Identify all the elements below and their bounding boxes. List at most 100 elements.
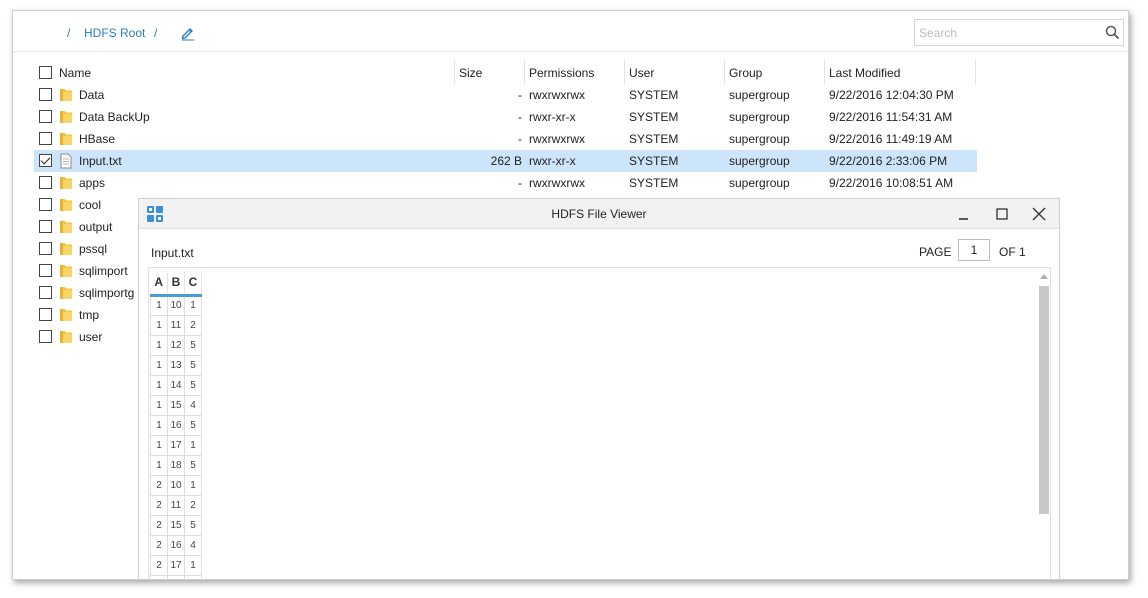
data-cell: 10 [167, 474, 185, 496]
data-cell: 1 [184, 474, 202, 496]
dialog-title-bar[interactable]: HDFS File Viewer [139, 199, 1059, 229]
file-size: - [518, 176, 522, 190]
column-divider[interactable] [624, 60, 625, 84]
data-cell: 1 [184, 554, 202, 576]
row-checkbox[interactable] [39, 132, 52, 145]
scroll-up-arrow-icon[interactable] [1040, 274, 1048, 279]
data-row: 2 10 1 [150, 474, 202, 496]
column-divider[interactable] [824, 60, 825, 84]
data-cell: 2 [150, 474, 168, 496]
data-cell: 5 [184, 414, 202, 436]
data-cell: 5 [184, 454, 202, 476]
data-cell: 5 [184, 514, 202, 536]
pencil-icon[interactable] [180, 25, 196, 41]
column-header-last-modified[interactable]: Last Modified [829, 66, 900, 80]
maximize-icon[interactable] [995, 207, 1009, 221]
breadcrumb-hdfs-root[interactable]: HDFS Root [84, 26, 145, 40]
data-cell: 17 [167, 434, 185, 456]
data-cell: 4 [184, 534, 202, 556]
row-checkbox[interactable] [39, 264, 52, 277]
data-row: 2 17 1 [150, 554, 202, 576]
data-cell: 1 [150, 334, 168, 356]
file-name: sqlimportg [79, 286, 135, 300]
file-permissions: rwxrwxrwx [529, 88, 585, 102]
text-file-icon [60, 153, 72, 169]
file-permissions: rwxr-xr-x [529, 110, 576, 124]
file-size: - [518, 110, 522, 124]
column-header-permissions[interactable]: Permissions [529, 66, 594, 80]
file-size: - [518, 88, 522, 102]
file-group: supergroup [729, 176, 790, 190]
data-column-header[interactable]: C [184, 271, 202, 297]
row-checkbox[interactable] [39, 198, 52, 211]
folder-icon [60, 221, 72, 233]
page-number-input[interactable] [958, 239, 990, 261]
column-divider[interactable] [975, 60, 976, 84]
breadcrumb-separator: / [67, 26, 71, 40]
folder-icon [60, 265, 72, 277]
data-cell: 5 [184, 354, 202, 376]
data-row: 1 11 2 [150, 314, 202, 336]
search-icon[interactable] [1105, 25, 1120, 40]
data-cell: 12 [167, 334, 185, 356]
row-checkbox[interactable] [39, 110, 52, 123]
close-icon[interactable] [1032, 207, 1046, 221]
vertical-scrollbar[interactable] [1038, 272, 1050, 579]
file-owner: SYSTEM [629, 110, 679, 124]
folder-icon [60, 309, 72, 321]
file-size: - [518, 132, 522, 146]
data-cell: 11 [167, 494, 185, 516]
data-column-header[interactable]: B [167, 271, 185, 297]
scrollbar-thumb[interactable] [1039, 286, 1049, 514]
row-checkbox[interactable] [39, 176, 52, 189]
row-checkbox[interactable] [39, 330, 52, 343]
data-row: 1 14 5 [150, 374, 202, 396]
data-row: 1 18 5 [150, 454, 202, 476]
column-header-group[interactable]: Group [729, 66, 762, 80]
table-row[interactable]: apps - rwxrwxrwx SYSTEM supergroup 9/22/2016 … [34, 172, 977, 194]
search-input[interactable] [915, 20, 1095, 45]
file-last-modified: 9/22/2016 10:08:51 AM [829, 176, 954, 190]
data-cell: 2 [150, 554, 168, 576]
row-checkbox[interactable] [39, 286, 52, 299]
data-cell: 2 [150, 494, 168, 516]
data-cell: 11 [167, 314, 185, 336]
table-header: Name Size Permissions User Group Last Mo… [34, 60, 977, 84]
column-divider[interactable] [454, 60, 455, 84]
page-count-label: OF 1 [999, 245, 1026, 259]
column-header-name[interactable]: Name [59, 66, 91, 80]
data-cell: 16 [167, 414, 185, 436]
data-cell: 4 [184, 394, 202, 416]
column-header-size[interactable]: Size [459, 66, 482, 80]
data-column-header[interactable]: A [150, 271, 168, 297]
file-content-pane: ABC 1 10 1 1 11 2 1 12 5 1 13 5 1 14 5 1 15 4 1 16 5 1 17 1 1 18 5… [148, 267, 1051, 579]
table-row[interactable]: Data BackUp - rwxr-xr-x SYSTEM supergroup 9/2… [34, 106, 977, 128]
folder-icon [60, 177, 72, 189]
table-row[interactable]: HBase - rwxrwxrwx SYSTEM supergroup 9/22/2016… [34, 128, 977, 150]
row-checkbox[interactable] [39, 242, 52, 255]
column-divider[interactable] [524, 60, 525, 84]
row-checkbox[interactable] [39, 88, 52, 101]
hdfs-file-viewer-dialog: HDFS File Viewer Input.txt PAGE OF 1 ABC… [138, 198, 1060, 579]
column-header-user[interactable]: User [629, 66, 654, 80]
table-row[interactable]: Input.txt 262 B rwxr-xr-x SYSTEM supergroup 9… [34, 150, 977, 172]
file-owner: SYSTEM [629, 88, 679, 102]
data-cell: 5 [184, 374, 202, 396]
row-checkbox[interactable] [39, 220, 52, 233]
data-row: 1 13 5 [150, 354, 202, 376]
minimize-icon[interactable] [957, 207, 971, 221]
data-row [150, 574, 202, 579]
data-row: 2 15 5 [150, 514, 202, 536]
data-table-header: ABC [150, 271, 202, 297]
data-cell: 15 [167, 394, 185, 416]
column-divider[interactable] [724, 60, 725, 84]
data-cell: 1 [150, 414, 168, 436]
row-checkbox[interactable] [39, 154, 52, 167]
file-permissions: rwxrwxrwx [529, 132, 585, 146]
table-row[interactable]: Data - rwxrwxrwx SYSTEM supergroup 9/22/2016 … [34, 84, 977, 106]
data-cell: 16 [167, 534, 185, 556]
data-cell: 1 [150, 394, 168, 416]
file-name: sqlimport [79, 264, 128, 278]
select-all-checkbox[interactable] [39, 66, 52, 79]
row-checkbox[interactable] [39, 308, 52, 321]
